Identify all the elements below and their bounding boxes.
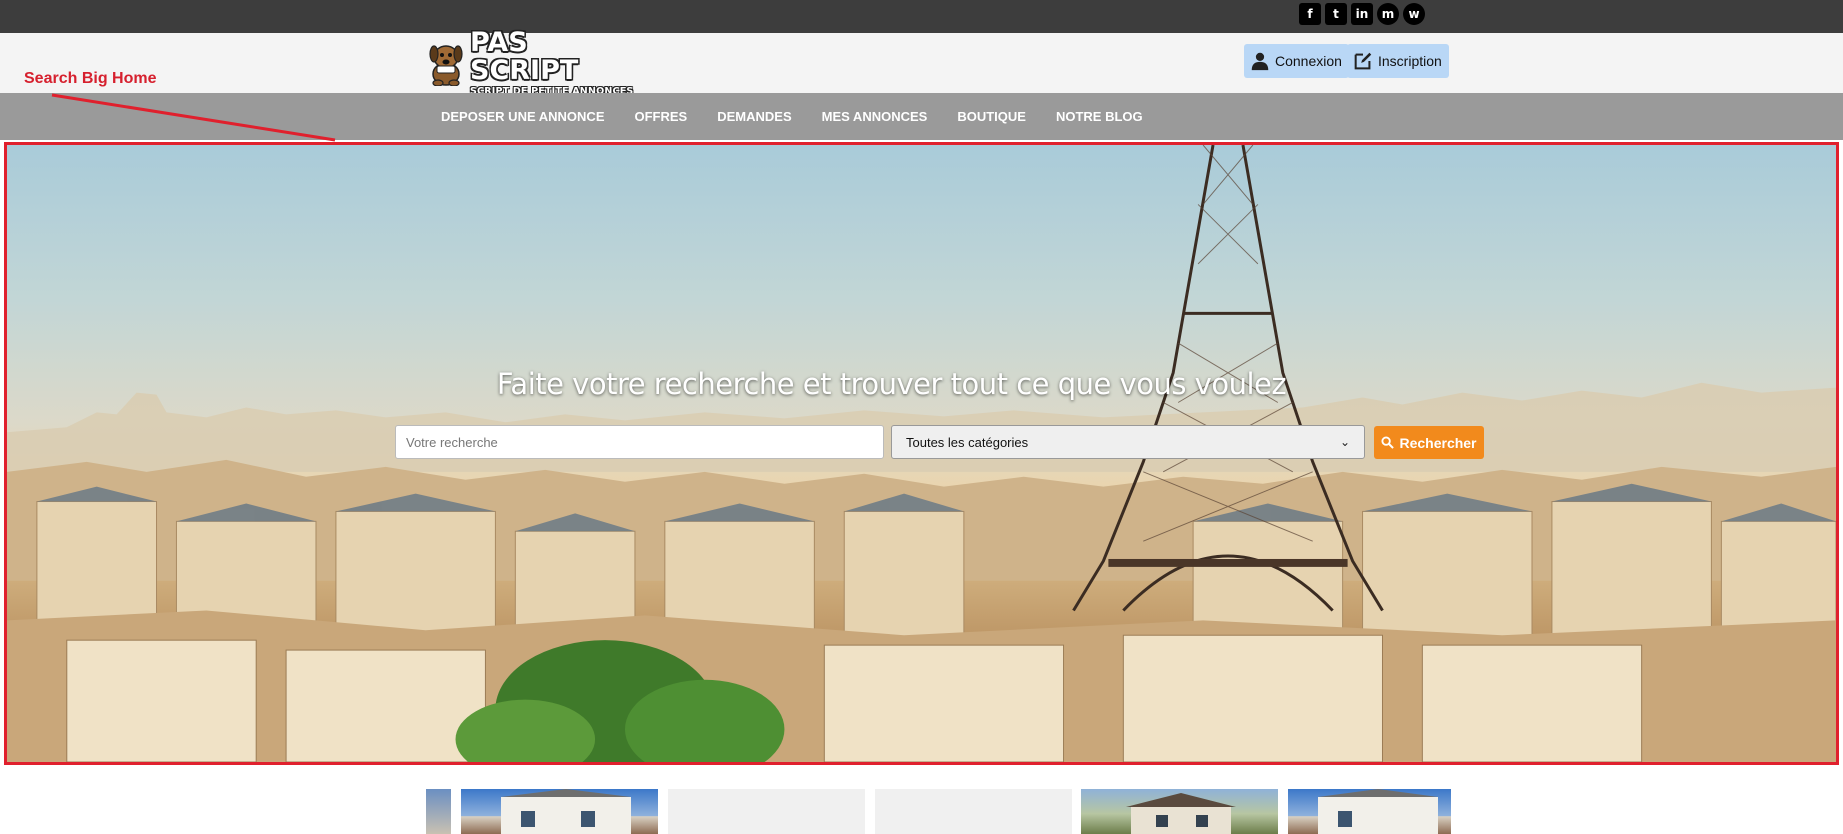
category-select[interactable]: Toutes les catégories ⌄ bbox=[891, 425, 1365, 459]
category-selected-value: Toutes les catégories bbox=[906, 434, 1029, 450]
search-button-label: Rechercher bbox=[1399, 434, 1477, 451]
nav-item-deposer[interactable]: DEPOSER UNE ANNONCE bbox=[441, 109, 604, 124]
nav-item-demandes[interactable]: DEMANDES bbox=[717, 109, 791, 124]
signup-label: Inscription bbox=[1378, 53, 1442, 69]
dog-mascot-icon bbox=[426, 40, 466, 87]
facebook-icon[interactable]: f bbox=[1299, 3, 1321, 25]
site-logo[interactable]: PAS SCRIPT SCRIPT DE PETITE ANNONCES bbox=[426, 28, 636, 97]
nav-item-boutique[interactable]: BOUTIQUE bbox=[957, 109, 1026, 124]
search-button[interactable]: Rechercher bbox=[1374, 426, 1484, 459]
logo-title: PAS SCRIPT bbox=[470, 26, 579, 86]
messenger-icon[interactable]: m bbox=[1377, 3, 1399, 25]
annotation-label: Search Big Home bbox=[24, 70, 157, 87]
search-input[interactable] bbox=[395, 425, 884, 459]
signup-button[interactable]: Inscription bbox=[1347, 44, 1449, 78]
login-button[interactable]: Connexion bbox=[1244, 44, 1349, 78]
nav-item-mes-annonces[interactable]: MES ANNONCES bbox=[822, 109, 928, 124]
nav-item-offres[interactable]: OFFRES bbox=[634, 109, 687, 124]
listing-thumbnail[interactable] bbox=[875, 789, 1072, 834]
whatsapp-icon[interactable]: w bbox=[1403, 3, 1425, 25]
main-nav: DEPOSER UNE ANNONCE OFFRES DEMANDES MES … bbox=[0, 93, 1843, 140]
hero-search-section: Faite votre recherche et trouver tout ce… bbox=[4, 142, 1839, 765]
page: f t in m w PAS SCRIPT SCRIPT DE PETITE A… bbox=[0, 0, 1843, 834]
listing-thumbnail[interactable] bbox=[1081, 789, 1278, 834]
nav-item-blog[interactable]: NOTRE BLOG bbox=[1056, 109, 1143, 124]
listing-thumbnail[interactable] bbox=[668, 789, 865, 834]
listing-thumbnail[interactable] bbox=[1288, 789, 1451, 834]
edit-icon bbox=[1354, 52, 1372, 70]
user-icon bbox=[1251, 52, 1269, 71]
chevron-down-icon: ⌄ bbox=[1339, 435, 1350, 449]
social-links: f t in m w bbox=[1299, 3, 1425, 25]
twitter-icon[interactable]: t bbox=[1325, 3, 1347, 25]
social-topbar: f t in m w bbox=[0, 0, 1843, 33]
search-icon bbox=[1381, 436, 1395, 449]
site-header: PAS SCRIPT SCRIPT DE PETITE ANNONCES Con… bbox=[0, 28, 1843, 97]
listing-thumbnail[interactable] bbox=[461, 789, 658, 834]
hero-title: Faite votre recherche et trouver tout ce… bbox=[496, 367, 1287, 401]
listing-thumbnail[interactable] bbox=[426, 789, 451, 834]
login-label: Connexion bbox=[1275, 53, 1342, 69]
linkedin-icon[interactable]: in bbox=[1351, 3, 1373, 25]
